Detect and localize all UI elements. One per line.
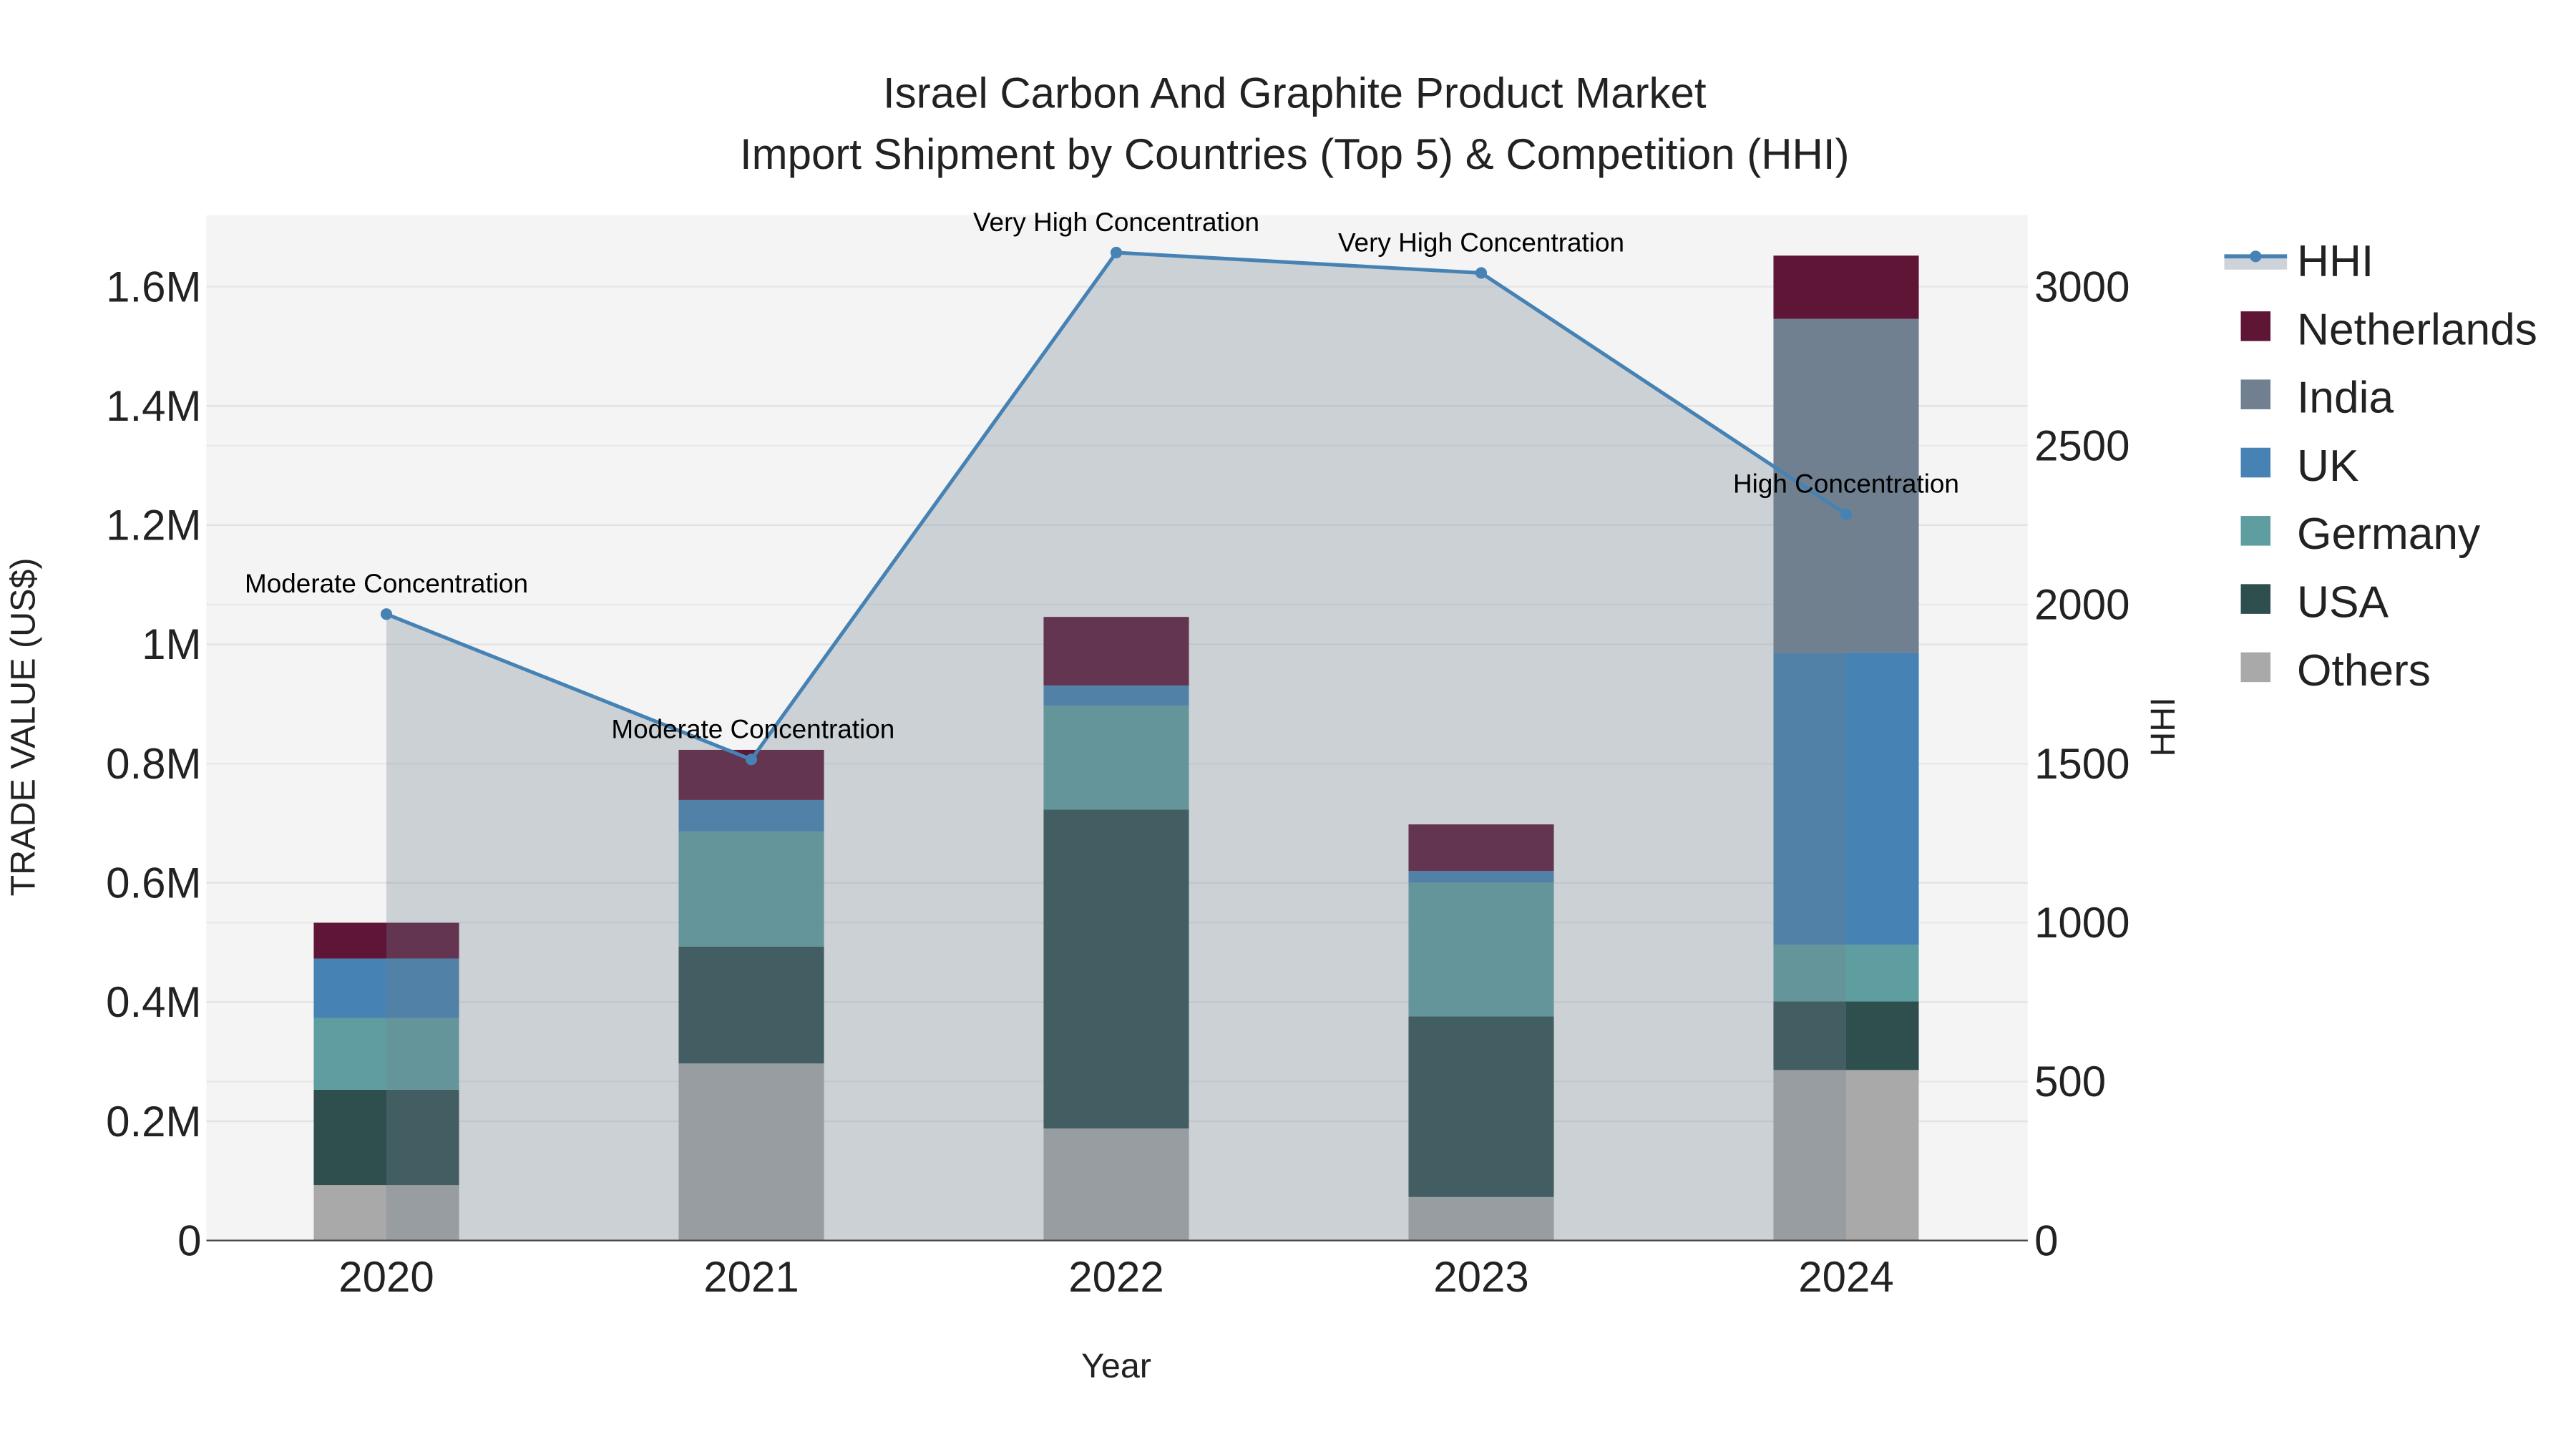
legend-label-netherlands: Netherlands [2297, 305, 2537, 354]
y2-axis-label: HHI [2144, 697, 2182, 756]
y-tick-label: 1M [142, 620, 201, 668]
y2-tick-label: 500 [2034, 1058, 2106, 1106]
y-tick-label: 0.4M [106, 978, 201, 1026]
hhi-annotation: Very High Concentration [973, 208, 1259, 237]
hhi-annotation: Moderate Concentration [611, 714, 894, 743]
hhi-point-2024 [1840, 508, 1853, 520]
hhi-point-2023 [1475, 267, 1488, 279]
x-tick-label: 2020 [338, 1253, 434, 1301]
y-axis-label: TRADE VALUE (US$) [4, 557, 42, 896]
y-tick-label: 0 [177, 1216, 201, 1264]
chart-title: Israel Carbon And Graphite Product Marke… [883, 69, 1707, 117]
y-tick-label: 0.2M [106, 1098, 201, 1146]
x-axis-label: Year [1081, 1347, 1151, 1385]
y2-tick-label: 1000 [2034, 899, 2129, 947]
y2-tick-label: 1500 [2034, 740, 2129, 788]
y-tick-label: 1.6M [106, 263, 201, 311]
legend-label-uk: UK [2297, 441, 2359, 491]
legend-label-hhi: HHI [2297, 237, 2373, 286]
legend-swatch-india [2240, 379, 2271, 409]
y2-tick-label: 0 [2034, 1216, 2058, 1264]
x-tick-label: 2022 [1068, 1253, 1163, 1301]
hhi-point-2022 [1110, 246, 1123, 259]
legend-hhi-marker [2250, 250, 2262, 263]
hhi-point-2020 [380, 608, 393, 620]
legend-label-india: India [2297, 374, 2394, 423]
legend-swatch-netherlands [2240, 311, 2271, 341]
x-tick-label: 2021 [703, 1253, 799, 1301]
chart-subtitle: Import Shipment by Countries (Top 5) & C… [740, 130, 1850, 178]
hhi-annotation: Very High Concentration [1338, 228, 1624, 257]
legend-swatch-uk [2240, 447, 2271, 478]
hhi-point-2021 [745, 753, 758, 766]
legend-label-germany: Germany [2297, 509, 2481, 559]
hhi-annotation: High Concentration [1733, 469, 1959, 499]
y-tick-label: 1.4M [106, 382, 201, 430]
x-tick-label: 2023 [1433, 1253, 1528, 1301]
bar-netherlands-2024 [1773, 255, 1919, 319]
x-tick-label: 2024 [1798, 1253, 1893, 1301]
y-tick-label: 1.2M [106, 502, 201, 550]
legend: HHI Netherlands India UK Germany USA Others [2224, 237, 2537, 696]
legend-label-others: Others [2297, 646, 2431, 696]
legend-swatch-germany [2240, 516, 2271, 546]
y-tick-label: 0.8M [106, 740, 201, 788]
y2-tick-label: 2000 [2034, 581, 2129, 629]
legend-label-usa: USA [2297, 578, 2389, 628]
chart: Moderate Concentration Moderate Concentra… [4, 69, 2537, 1386]
y2-tick-label: 3000 [2034, 263, 2129, 311]
legend-swatch-usa [2240, 584, 2271, 614]
y-tick-label: 0.6M [106, 859, 201, 907]
legend-swatch-others [2240, 652, 2271, 683]
y2-tick-label: 2500 [2034, 422, 2129, 470]
hhi-annotation: Moderate Concentration [245, 569, 528, 598]
